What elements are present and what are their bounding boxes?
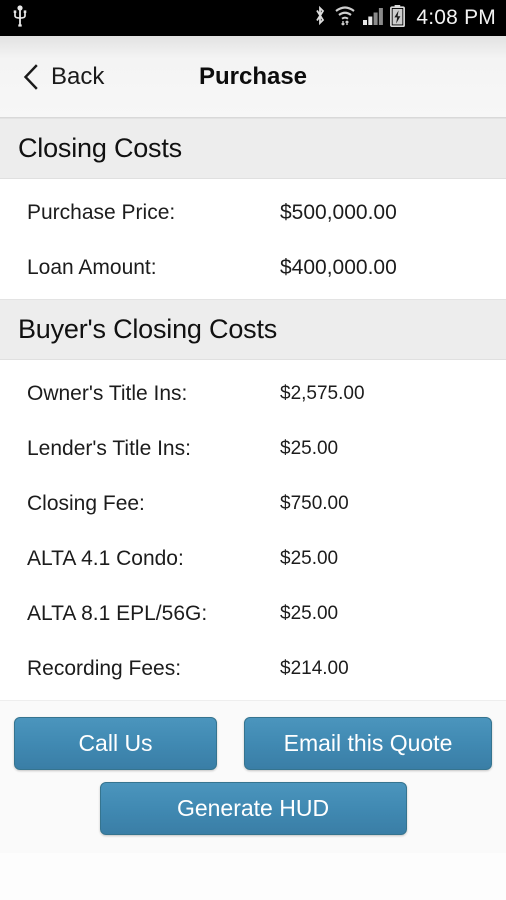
row-label: ALTA 4.1 Condo: xyxy=(27,546,184,570)
status-bar: 4:08 PM xyxy=(0,0,506,36)
row-label: Loan Amount: xyxy=(27,255,157,279)
row-label: Owner's Title Ins: xyxy=(27,381,188,405)
table-row: ALTA 4.1 Condo: $25.00 xyxy=(0,531,506,586)
call-us-button[interactable]: Call Us xyxy=(14,717,217,770)
section-body-closing-costs: Purchase Price: $500,000.00 Loan Amount:… xyxy=(0,179,506,299)
usb-icon xyxy=(12,4,28,32)
row-value: $214.00 xyxy=(280,657,349,679)
row-value: $400,000.00 xyxy=(280,255,397,279)
bluetooth-icon xyxy=(313,5,327,31)
table-row: Recording Fees: $214.00 xyxy=(0,641,506,696)
back-button[interactable]: Back xyxy=(0,63,104,91)
email-quote-button[interactable]: Email this Quote xyxy=(244,717,492,770)
row-label: Lender's Title Ins: xyxy=(27,436,191,460)
section-title: Buyer's Closing Costs xyxy=(18,314,278,344)
status-bar-clock: 4:08 PM xyxy=(416,6,496,29)
section-header-buyers-closing-costs: Buyer's Closing Costs xyxy=(0,299,506,360)
action-bar: Call Us Email this Quote Generate HUD xyxy=(0,700,506,853)
wifi-icon xyxy=(334,5,356,31)
table-row: Owner's Title Ins: $2,575.00 xyxy=(0,366,506,421)
chevron-left-icon xyxy=(22,63,40,90)
action-row-primary: Call Us Email this Quote xyxy=(14,717,492,770)
row-label: ALTA 8.1 EPL/56G: xyxy=(27,601,208,625)
cellular-signal-icon xyxy=(363,6,384,31)
row-label: Purchase Price: xyxy=(27,200,176,224)
row-value: $25.00 xyxy=(280,602,339,624)
row-label: Recording Fees: xyxy=(27,656,182,680)
row-value: $25.00 xyxy=(280,437,339,459)
generate-hud-button[interactable]: Generate HUD xyxy=(99,782,407,835)
row-value: $2,575.00 xyxy=(280,382,365,404)
battery-charging-icon xyxy=(390,4,406,32)
section-header-closing-costs: Closing Costs xyxy=(0,118,506,179)
row-value: $500,000.00 xyxy=(280,200,397,224)
table-row: Purchase Price: $500,000.00 xyxy=(0,185,506,240)
table-row: Lender's Title Ins: $25.00 xyxy=(0,421,506,476)
status-bar-left xyxy=(12,4,28,32)
section-body-buyers-closing-costs: Owner's Title Ins: $2,575.00 Lender's Ti… xyxy=(0,360,506,700)
table-row: ALTA 8.1 EPL/56G: $25.00 xyxy=(0,586,506,641)
action-row-secondary: Generate HUD xyxy=(14,782,492,835)
app-screen: 4:08 PM Back Purchase Closing Costs Purc… xyxy=(0,0,506,900)
row-value: $750.00 xyxy=(280,492,349,514)
status-bar-right: 4:08 PM xyxy=(313,4,496,32)
section-title: Closing Costs xyxy=(18,133,182,163)
table-row: Closing Fee: $750.00 xyxy=(0,476,506,531)
row-value: $25.00 xyxy=(280,547,339,569)
navigation-bar: Back Purchase xyxy=(0,36,506,118)
back-button-label: Back xyxy=(51,62,105,90)
row-label: Closing Fee: xyxy=(27,491,145,515)
table-row: Loan Amount: $400,000.00 xyxy=(0,240,506,295)
